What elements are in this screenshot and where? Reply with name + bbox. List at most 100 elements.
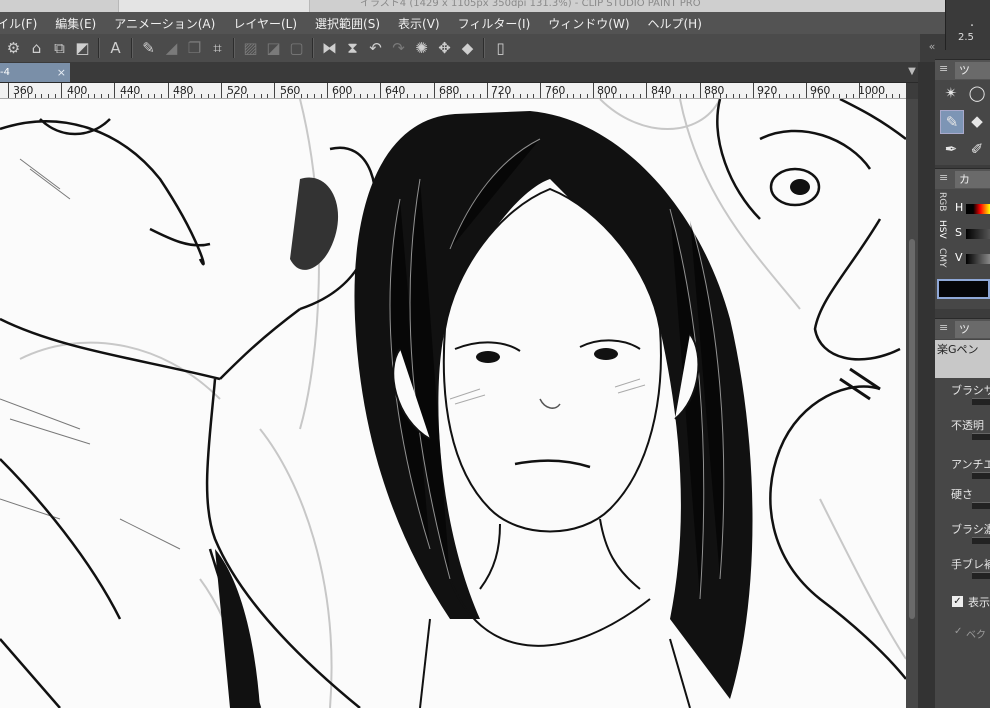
ruler-tick — [560, 94, 561, 98]
collapse-panel-icon[interactable]: « — [919, 36, 945, 58]
hatch1-icon[interactable]: ▨ — [241, 39, 260, 58]
ruler-tick — [773, 94, 774, 98]
menu-view[interactable]: 表示(V) — [389, 15, 449, 32]
close-icon[interactable]: × — [57, 63, 66, 82]
tool-property-tab[interactable]: ツ — [955, 321, 990, 338]
panel-menu-icon[interactable]: ≡ — [939, 171, 948, 184]
layer-fill-icon[interactable]: ⧉ — [50, 39, 69, 58]
opacity-slider[interactable] — [972, 433, 990, 440]
menu-animation[interactable]: アニメーション(A) — [105, 15, 224, 32]
text-icon[interactable]: A — [106, 39, 125, 58]
brush-density-slider[interactable] — [972, 537, 990, 544]
menu-file[interactable]: イル(F) — [0, 15, 46, 32]
stabilization-slider[interactable] — [972, 572, 990, 579]
menu-filter[interactable]: フィルター(I) — [449, 15, 540, 32]
ruler-tick — [806, 83, 807, 98]
vertical-scrollbar[interactable] — [906, 99, 918, 708]
fill-pen-icon[interactable]: ✒ — [940, 138, 962, 160]
eraser-icon[interactable]: ◆ — [966, 110, 988, 132]
undo-icon[interactable]: ↶ — [366, 39, 385, 58]
ruler-label: 720 — [491, 84, 512, 97]
title-bar-blank-region — [118, 0, 310, 12]
ruler-label: 560 — [280, 84, 301, 97]
ruler-tick — [301, 94, 302, 98]
move-icon[interactable]: ✥ — [435, 39, 454, 58]
hatch3-icon[interactable]: ▢ — [287, 39, 306, 58]
duplicate-icon[interactable]: ❐ — [185, 39, 204, 58]
ruler-tick — [753, 83, 754, 98]
ruler-tick — [101, 94, 102, 98]
menu-selection[interactable]: 選択範囲(S) — [306, 15, 389, 32]
menu-layer[interactable]: レイヤー(L) — [224, 15, 306, 32]
value-slider[interactable] — [966, 254, 990, 264]
fill-gray-icon[interactable]: ◢ — [162, 39, 181, 58]
transform-icon[interactable]: ◩ — [73, 39, 92, 58]
settings-icon[interactable]: ✎ — [139, 39, 158, 58]
pen-icon[interactable]: ✎ — [940, 110, 964, 134]
hatch2-icon[interactable]: ◪ — [264, 39, 283, 58]
ruler-tick — [513, 94, 514, 98]
crop-icon[interactable]: ⌗ — [208, 39, 227, 58]
ruler-tick — [141, 94, 142, 98]
ruler-label: 600 — [332, 84, 353, 97]
menu-edit[interactable]: 編集(E) — [46, 15, 105, 32]
brush-icon[interactable]: ✐ — [966, 138, 988, 160]
title-bar: イラスト4 (1429 x 1105px 350dpi 131.3%) - CL… — [0, 0, 945, 12]
tool-panel-tab[interactable]: ツ — [955, 62, 990, 79]
flip-v-icon[interactable]: ⧗ — [343, 39, 362, 58]
brush-density-label: ブラシ濃 — [951, 523, 990, 536]
brush-preview[interactable]: 楽Gペン — [935, 340, 990, 378]
ruler-tick — [700, 83, 701, 98]
current-color-swatch[interactable] — [937, 279, 990, 299]
ruler-tick — [234, 94, 235, 98]
menu-window[interactable]: ウィンドウ(W) — [539, 15, 638, 32]
display-checkbox[interactable]: ✓ — [952, 596, 963, 607]
fill-bucket-icon[interactable]: ◆ — [458, 39, 477, 58]
color-panel-tab[interactable]: カ — [955, 171, 990, 188]
ruler-tick — [826, 94, 827, 98]
color-mode-cmy[interactable]: CMY — [937, 248, 947, 268]
hardness-slider[interactable] — [972, 502, 990, 509]
saturation-slider[interactable] — [966, 229, 990, 239]
ruler-tick — [347, 94, 348, 98]
ruler-tick — [733, 94, 734, 98]
brush-size-slider[interactable] — [972, 398, 990, 405]
flip-h-icon[interactable]: ⧓ — [320, 39, 339, 58]
redo-icon[interactable]: ↷ — [389, 39, 408, 58]
chevron-down-icon[interactable]: ▼ — [906, 63, 918, 81]
sparkle-icon[interactable]: ✴ — [940, 82, 962, 104]
ruler-tick — [454, 94, 455, 98]
antialias-slider[interactable] — [972, 472, 990, 479]
wrench-icon[interactable]: ⚙ — [4, 39, 23, 58]
brush-dot: ・ — [968, 21, 976, 30]
ruler-tick — [360, 94, 361, 98]
color-mode-hsv[interactable]: HSV — [937, 220, 947, 239]
ruler-tick — [859, 83, 860, 98]
lasso-icon[interactable]: ◯ — [966, 82, 988, 104]
drawing-canvas[interactable] — [0, 99, 906, 708]
ruler-tick — [640, 94, 641, 98]
brush-size-indicator[interactable]: ・ 2.5 — [945, 0, 990, 50]
ruler-tick — [872, 94, 873, 98]
color-panel-tab-label: カ — [959, 173, 970, 186]
hue-slider[interactable] — [966, 204, 990, 214]
ruler-tick — [134, 94, 135, 98]
ruler-tick — [267, 94, 268, 98]
panel-menu-icon[interactable]: ≡ — [939, 62, 948, 75]
document-tab[interactable]: -4 × — [0, 63, 70, 82]
scrollbar-thumb[interactable] — [909, 239, 915, 619]
ruler-tick — [128, 94, 129, 98]
ruler-tick — [8, 83, 9, 98]
device-icon[interactable]: ▯ — [491, 39, 510, 58]
ruler-tick — [507, 94, 508, 98]
ruler-tick — [48, 94, 49, 98]
panel-menu-icon[interactable]: ≡ — [939, 321, 948, 334]
loading-icon[interactable]: ✺ — [412, 39, 431, 58]
ruler-tick — [693, 94, 694, 98]
ruler-tick — [81, 94, 82, 98]
ruler-tick — [587, 94, 588, 98]
clear-icon[interactable]: ⌂ — [27, 39, 46, 58]
menu-help[interactable]: ヘルプ(H) — [639, 15, 711, 32]
color-mode-rgb[interactable]: RGB — [937, 192, 947, 211]
ruler-tick — [713, 94, 714, 98]
